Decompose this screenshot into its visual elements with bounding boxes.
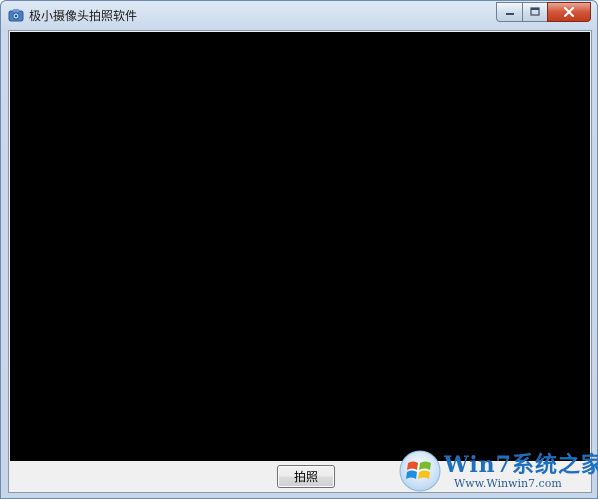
caption-buttons xyxy=(496,2,591,22)
close-icon xyxy=(564,7,574,17)
watermark-url-text: Www.Winwin7.com xyxy=(454,477,562,490)
title-bar[interactable]: 极小摄像头拍照软件 xyxy=(1,1,597,29)
windows-logo-icon xyxy=(399,450,441,492)
camera-app-icon xyxy=(8,9,24,22)
client-area: 拍照 xyxy=(8,30,592,493)
watermark-main-text: Win7系统之家 xyxy=(444,452,598,478)
minimize-button[interactable] xyxy=(496,2,522,22)
app-window: 极小摄像头拍照软件 拍照 xyxy=(0,0,598,499)
window-title: 极小摄像头拍照软件 xyxy=(29,9,138,23)
maximize-icon xyxy=(530,7,540,16)
minimize-icon xyxy=(505,13,514,15)
camera-preview xyxy=(10,32,590,461)
capture-photo-button[interactable]: 拍照 xyxy=(277,465,335,488)
site-watermark: Win7系统之家 Www.Winwin7.com xyxy=(398,445,598,497)
close-button[interactable] xyxy=(547,2,591,22)
maximize-button[interactable] xyxy=(522,2,547,22)
